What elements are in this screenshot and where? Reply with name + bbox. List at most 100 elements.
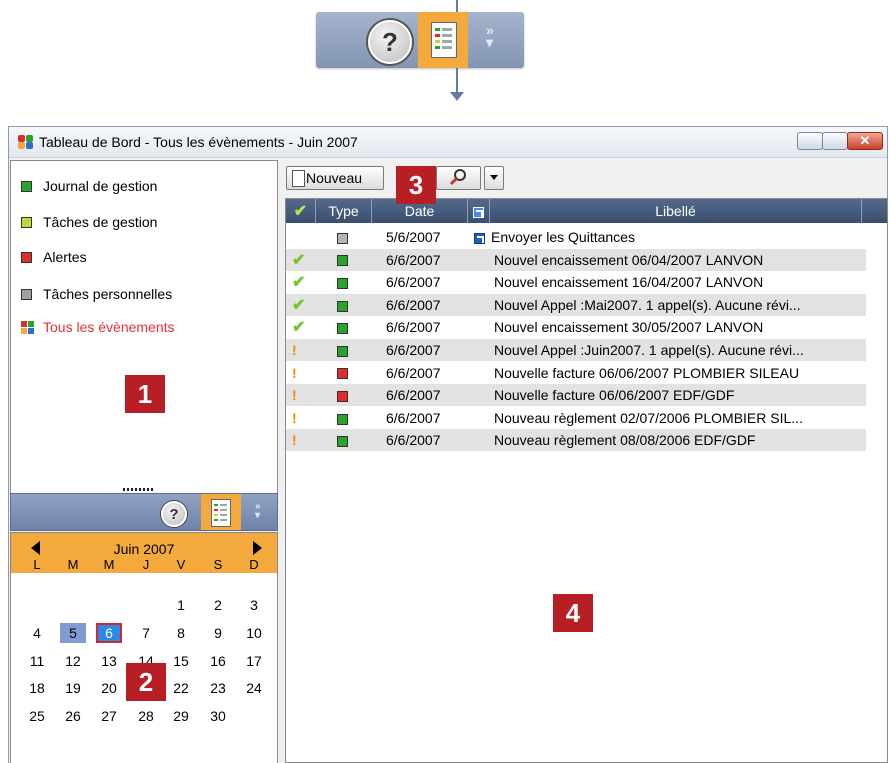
column-label[interactable]: Libellé xyxy=(490,199,862,223)
maximize-button[interactable] xyxy=(822,132,848,150)
calendar-day[interactable]: 28 xyxy=(133,706,159,726)
search-button[interactable] xyxy=(436,166,481,190)
type-square-icon xyxy=(337,362,357,384)
calendar-day[interactable]: 3 xyxy=(241,595,267,615)
splitter-handle[interactable] xyxy=(123,488,155,491)
next-month-button[interactable] xyxy=(253,541,262,555)
calendar-day[interactable]: 27 xyxy=(96,706,122,726)
nav-tous-les-evenements[interactable]: Tous les évènements xyxy=(21,317,175,337)
new-button[interactable]: Nouveau xyxy=(286,166,384,190)
status-cell xyxy=(292,226,312,248)
table-row[interactable]: ! 6/6/2007 Nouvelle facture 06/06/2007 PLO… xyxy=(286,362,866,384)
minimize-button[interactable] xyxy=(797,132,823,150)
table-row[interactable]: ! 6/6/2007 Nouveau règlement 02/07/2006 PL… xyxy=(286,407,866,429)
type-square-icon xyxy=(337,384,357,406)
nav-taches-de-gestion[interactable]: Tâches de gestion xyxy=(21,212,157,232)
label-cell: Nouvel Appel :Juin2007. 1 appel(s). Aucu… xyxy=(494,342,804,358)
warning-icon: ! xyxy=(292,387,297,404)
callout-2: 2 xyxy=(126,663,166,701)
help-icon[interactable]: ? xyxy=(368,20,412,64)
weekday-label: L xyxy=(33,557,41,572)
calendar-day[interactable]: 7 xyxy=(133,623,159,643)
calendar-day[interactable]: 6 xyxy=(96,623,122,643)
column-link[interactable] xyxy=(468,199,490,223)
calendar-day[interactable]: 4 xyxy=(24,623,50,643)
label-cell: Nouvel encaissement 16/04/2007 LANVON xyxy=(494,274,764,291)
calendar-day[interactable]: 24 xyxy=(241,678,267,698)
top-toolbar: ? » ▾ xyxy=(316,12,524,68)
weekday-label: J xyxy=(142,557,150,572)
warning-icon: ! xyxy=(292,432,297,449)
table-row[interactable]: ! 6/6/2007 Nouvelle facture 06/06/2007 EDF… xyxy=(286,384,866,407)
date-cell: 6/6/2007 xyxy=(386,319,441,336)
dashboard-button[interactable] xyxy=(418,12,468,68)
connector-line xyxy=(456,68,458,94)
calendar-day[interactable]: 1 xyxy=(168,595,194,615)
calendar-day[interactable]: 17 xyxy=(241,651,267,671)
column-type[interactable]: Type xyxy=(316,199,372,223)
nav-journal-de-gestion[interactable]: Journal de gestion xyxy=(21,176,157,196)
table-row[interactable]: ! 6/6/2007 Nouveau règlement 08/08/2006 ED… xyxy=(286,429,866,452)
type-square-icon xyxy=(337,294,357,316)
calendar-day[interactable]: 8 xyxy=(168,623,194,643)
callout-4: 4 xyxy=(553,594,593,632)
calendar-day[interactable]: 23 xyxy=(205,678,231,698)
column-status[interactable]: ✔ xyxy=(286,199,316,223)
calendar-day[interactable]: 29 xyxy=(168,706,194,726)
new-document-icon xyxy=(292,170,305,187)
link-icon[interactable] xyxy=(474,226,488,248)
calendar-day[interactable]: 30 xyxy=(205,706,231,726)
check-icon: ✔ xyxy=(292,296,306,314)
table-row[interactable]: 5/6/2007 Envoyer les Quittances xyxy=(286,226,866,248)
search-icon xyxy=(449,169,466,186)
table-row[interactable]: ✔ 6/6/2007 Nouvel encaissement 16/04/2007 … xyxy=(286,271,866,293)
calendar-day[interactable]: 10 xyxy=(241,623,267,643)
type-square-icon xyxy=(337,249,357,271)
check-icon: ✔ xyxy=(292,251,306,269)
dashboard-icon xyxy=(431,22,457,58)
table-row[interactable]: ✔ 6/6/2007 Nouvel encaissement 30/05/2007 … xyxy=(286,316,866,338)
type-square-icon xyxy=(337,271,357,293)
warning-icon: ! xyxy=(292,409,297,426)
chevron-double-right-icon[interactable]: » ▾ xyxy=(255,502,261,521)
calendar-day[interactable]: 18 xyxy=(24,678,50,698)
green-square-icon xyxy=(21,180,32,192)
warning-icon: ! xyxy=(292,342,297,358)
calendar-day[interactable]: 25 xyxy=(24,706,50,726)
table-row[interactable]: ! 6/6/2007 Nouvel Appel :Juin2007. 1 appel… xyxy=(286,339,866,361)
calendar-day[interactable]: 26 xyxy=(60,706,86,726)
nav-alertes[interactable]: Alertes xyxy=(21,247,87,267)
label-cell: Nouveau règlement 02/07/2006 PLOMBIER SI… xyxy=(494,409,803,426)
new-button-label: Nouveau xyxy=(306,170,363,186)
table-row[interactable]: ✔ 6/6/2007 Nouvel Appel :Mai2007. 1 appel(… xyxy=(286,293,866,316)
calendar-day[interactable]: 15 xyxy=(168,651,194,671)
calendar-day[interactable]: 2 xyxy=(205,595,231,615)
calendar-day[interactable]: 9 xyxy=(205,623,231,643)
callout-1: 1 xyxy=(125,375,165,413)
help-icon[interactable]: ? xyxy=(161,501,187,527)
calendar-day[interactable]: 12 xyxy=(60,651,86,671)
events-grid: ✔ Type Date Libellé 5/6/2007 Envoyer les … xyxy=(285,198,888,763)
check-icon: ✔ xyxy=(292,274,306,292)
label-cell: Nouvel Appel :Mai2007. 1 appel(s). Aucun… xyxy=(494,296,801,313)
label-cell: Nouvel encaissement 06/04/2007 LANVON xyxy=(494,251,764,268)
calendar-day[interactable]: 16 xyxy=(205,651,231,671)
table-row[interactable]: ✔ 6/6/2007 Nouvel encaissement 06/04/2007 … xyxy=(286,248,866,271)
link-icon xyxy=(473,206,484,218)
date-cell: 6/6/2007 xyxy=(386,251,441,268)
close-button[interactable]: ✕ xyxy=(847,132,883,150)
calendar-day[interactable]: 5 xyxy=(60,623,86,643)
dropdown-button[interactable] xyxy=(484,166,504,190)
type-square-icon xyxy=(337,407,357,429)
calendar-day[interactable]: 11 xyxy=(24,651,50,671)
type-square-icon xyxy=(337,429,357,451)
calendar-day[interactable]: 20 xyxy=(96,678,122,698)
nav-taches-personnelles[interactable]: Tâches personnelles xyxy=(21,284,172,304)
calendar-day[interactable]: 19 xyxy=(60,678,86,698)
date-cell: 6/6/2007 xyxy=(386,274,441,291)
calendar-day[interactable]: 22 xyxy=(168,678,194,698)
weekday-label: M xyxy=(67,557,79,572)
calendar-day[interactable]: 13 xyxy=(96,651,122,671)
dashboard-button[interactable] xyxy=(201,494,241,530)
chevron-double-right-icon[interactable]: » ▾ xyxy=(486,23,494,49)
